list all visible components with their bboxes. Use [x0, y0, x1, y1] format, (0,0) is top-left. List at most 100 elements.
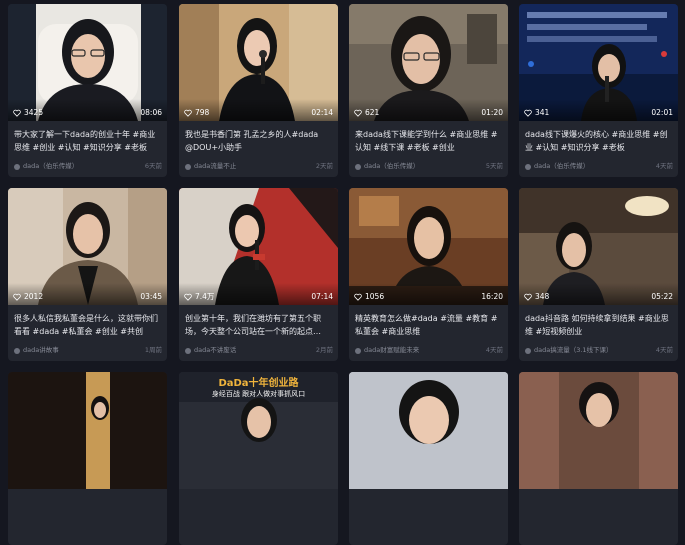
video-card[interactable]: 7.4万 07:14 创业第十年，我们在潍坊有了第五个职场，今天整个公司站在一个… [179, 188, 338, 361]
author[interactable]: dada不讲废话 [185, 346, 236, 355]
thumbnail-image [519, 372, 678, 489]
author-avatar-icon [355, 347, 361, 354]
like-count-value: 7.4万 [195, 292, 215, 301]
video-duration: 07:14 [311, 292, 333, 301]
author-avatar-icon [185, 163, 191, 170]
like-count-value: 341 [535, 108, 550, 117]
thumbnail-image [8, 372, 167, 489]
author-avatar-icon [14, 163, 20, 170]
thumbnail-image [349, 372, 508, 489]
video-duration: 08:06 [140, 108, 162, 117]
author-name: dada（伯乐传媒） [534, 162, 590, 170]
video-thumbnail[interactable]: DaDa十年创业路 身经百战 跟对人做对事抓风口 [179, 372, 338, 489]
video-card[interactable]: DaDa十年创业路 身经百战 跟对人做对事抓风口 [179, 372, 338, 545]
author-name: dada讲故事 [23, 346, 59, 354]
author-name: dada搞流量（3.1线下课） [534, 346, 613, 354]
video-duration: 16:20 [481, 292, 503, 301]
video-grid: 3425 08:06 带大家了解一下dada的创业十年 #商业思维 #创业 #认… [0, 0, 685, 545]
like-count: 2012 [13, 292, 43, 301]
like-count: 341 [524, 108, 549, 117]
video-meta: dada流量不止 2天前 [185, 162, 333, 172]
video-card[interactable]: 621 01:20 来dada线下课能学到什么 #商业思维 #认知 #线下课 #… [349, 4, 508, 177]
video-thumbnail[interactable] [8, 372, 167, 489]
video-duration: 01:20 [481, 108, 503, 117]
video-card[interactable]: 348 05:22 dada抖音路 如何持续拿到结果 #商业思维 #短视频创业 … [519, 188, 678, 361]
video-thumbnail[interactable]: 7.4万 07:14 [179, 188, 338, 305]
video-card[interactable] [8, 372, 167, 545]
like-count-value: 621 [365, 108, 380, 117]
video-card[interactable] [519, 372, 678, 545]
video-card[interactable]: 2012 03:45 很多人私信我私董会是什么，这就带你们看看 #dada #私… [8, 188, 167, 361]
like-count: 1056 [354, 292, 384, 301]
video-thumbnail[interactable] [519, 372, 678, 489]
like-count-value: 2012 [24, 292, 44, 301]
banner-subtitle: 身经百战 跟对人做对事抓风口 [211, 390, 306, 398]
video-meta: dada（伯乐传媒） 6天前 [14, 162, 162, 172]
video-meta: dada搞流量（3.1线下课） 4天前 [525, 346, 673, 356]
heart-icon [13, 109, 21, 117]
video-caption[interactable]: 很多人私信我私董会是什么，这就带你们看看 #dada #私董会 #创业 #共创 [14, 312, 162, 338]
video-thumbnail[interactable]: 798 02:14 [179, 4, 338, 121]
video-caption[interactable]: 带大家了解一下dada的创业十年 #商业思维 #创业 #认知 #知识分享 #老板 [14, 128, 162, 154]
video-caption[interactable]: 创业第十年，我们在潍坊有了第五个职场，今天整个公司站在一个新的起点… [185, 312, 333, 338]
author-avatar-icon [355, 163, 361, 170]
heart-icon [524, 293, 532, 301]
video-thumbnail[interactable]: 2012 03:45 [8, 188, 167, 305]
video-card[interactable]: 3425 08:06 带大家了解一下dada的创业十年 #商业思维 #创业 #认… [8, 4, 167, 177]
video-duration: 03:45 [140, 292, 162, 301]
author[interactable]: dada搞流量（3.1线下课） [525, 346, 613, 355]
video-caption[interactable]: dada线下课爆火的核心 #商业思维 #创业 #认知 #知识分享 #老板 [525, 128, 673, 154]
heart-icon [13, 293, 21, 301]
like-count: 3425 [13, 108, 43, 117]
like-count-value: 1056 [365, 292, 385, 301]
video-caption[interactable]: 我也是书香门第 孔孟之乡的人#dada @DOU+小助手 [185, 128, 333, 154]
author-name: dada流量不止 [194, 162, 237, 170]
heart-icon [354, 293, 362, 301]
publish-date: 1周前 [144, 346, 162, 354]
author-name: dada（伯乐传媒） [23, 162, 79, 170]
video-card[interactable] [349, 372, 508, 545]
like-count: 798 [184, 108, 209, 117]
video-thumbnail[interactable]: 3425 08:06 [8, 4, 167, 121]
like-count-value: 3425 [24, 108, 44, 117]
video-caption[interactable]: dada抖音路 如何持续拿到结果 #商业思维 #短视频创业 [525, 312, 673, 338]
video-thumbnail[interactable]: 621 01:20 [349, 4, 508, 121]
author[interactable]: dada（伯乐传媒） [355, 162, 419, 171]
author[interactable]: dada流量不止 [185, 162, 236, 171]
author[interactable]: dada（伯乐传媒） [525, 162, 589, 171]
author-avatar-icon [14, 347, 20, 354]
video-thumbnail[interactable]: 341 02:01 [519, 4, 678, 121]
publish-date: 6天前 [144, 162, 162, 170]
author-avatar-icon [525, 347, 531, 354]
video-card[interactable]: 341 02:01 dada线下课爆火的核心 #商业思维 #创业 #认知 #知识… [519, 4, 678, 177]
video-caption[interactable]: 精英教育怎么做#dada #流量 #教育 #私董会 #商业思维 [355, 312, 503, 338]
video-card[interactable]: 1056 16:20 精英教育怎么做#dada #流量 #教育 #私董会 #商业… [349, 188, 508, 361]
video-thumbnail[interactable] [349, 372, 508, 489]
author-avatar-icon [525, 163, 531, 170]
video-duration: 02:14 [311, 108, 333, 117]
heart-icon [354, 109, 362, 117]
author[interactable]: dada财富赋能未来 [355, 346, 419, 355]
author-name: dada（伯乐传媒） [364, 162, 420, 170]
video-thumbnail[interactable]: 1056 16:20 [349, 188, 508, 305]
publish-date: 2月前 [315, 346, 333, 354]
like-count: 348 [524, 292, 549, 301]
like-count: 7.4万 [184, 292, 214, 301]
heart-icon [184, 293, 192, 301]
video-meta: dada（伯乐传媒） 5天前 [355, 162, 503, 172]
like-count-value: 348 [535, 292, 550, 301]
like-count: 621 [354, 108, 379, 117]
banner-title: DaDa十年创业路 [218, 378, 299, 389]
author[interactable]: dada（伯乐传媒） [14, 162, 78, 171]
video-card[interactable]: 798 02:14 我也是书香门第 孔孟之乡的人#dada @DOU+小助手 d… [179, 4, 338, 177]
publish-date: 4天前 [655, 162, 673, 170]
video-meta: dada财富赋能未来 4天前 [355, 346, 503, 356]
author-avatar-icon [185, 347, 191, 354]
author[interactable]: dada讲故事 [14, 346, 59, 355]
video-meta: dada（伯乐传媒） 4天前 [525, 162, 673, 172]
video-thumbnail[interactable]: 348 05:22 [519, 188, 678, 305]
video-caption[interactable]: 来dada线下课能学到什么 #商业思维 #认知 #线下课 #老板 #创业 [355, 128, 503, 154]
publish-date: 5天前 [485, 162, 503, 170]
publish-date: 4天前 [485, 346, 503, 354]
video-meta: dada讲故事 1周前 [14, 346, 162, 356]
